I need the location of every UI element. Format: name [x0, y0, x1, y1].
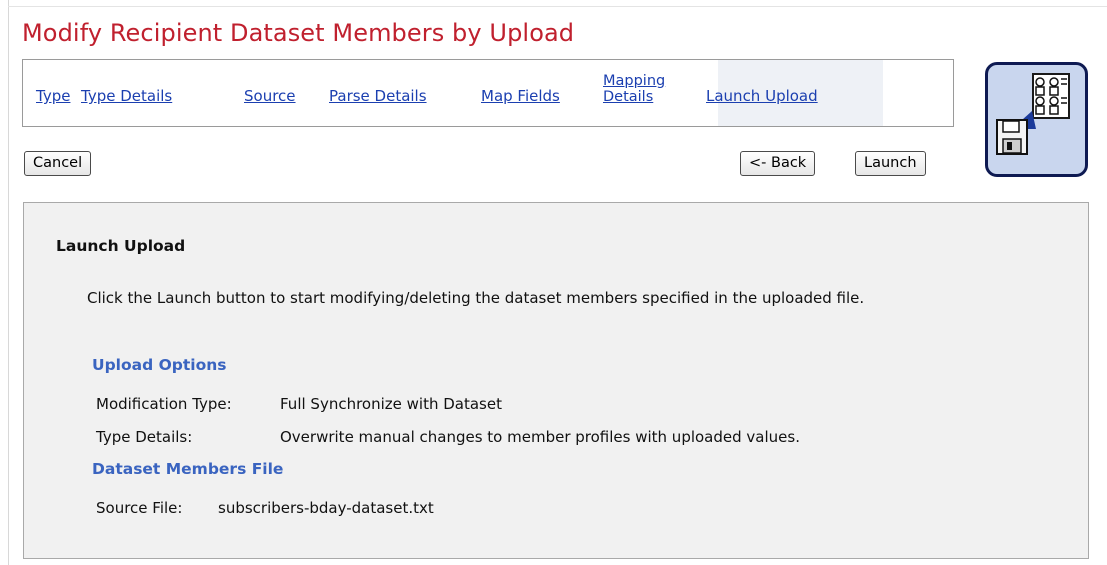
step-map-fields[interactable]: Map Fields [481, 87, 560, 105]
top-border [8, 6, 1107, 7]
upload-members-graphic [996, 73, 1070, 155]
modification-type-label: Modification Type: [96, 395, 232, 413]
panel-heading: Launch Upload [56, 237, 186, 255]
type-details-label: Type Details: [96, 428, 193, 446]
step-mapping-details-line1: Mapping [603, 73, 666, 89]
cancel-button[interactable]: Cancel [24, 151, 92, 176]
type-details-value: Overwrite manual changes to member profi… [280, 428, 800, 446]
step-type-details[interactable]: Type Details [81, 87, 172, 105]
step-source[interactable]: Source [244, 87, 296, 105]
launch-upload-panel: Launch Upload Click the Launch button to… [23, 202, 1089, 559]
step-type[interactable]: Type [36, 87, 70, 105]
panel-description: Click the Launch button to start modifyi… [87, 289, 865, 307]
launch-button[interactable]: Launch [855, 151, 926, 176]
upload-members-icon [985, 62, 1088, 177]
source-file-value: subscribers-bday-dataset.txt [218, 499, 434, 517]
step-mapping-details-line2: Details [603, 89, 654, 105]
back-button[interactable]: <- Back [740, 151, 816, 176]
step-parse-details[interactable]: Parse Details [329, 87, 427, 105]
page: Modify Recipient Dataset Members by Uplo… [0, 0, 1107, 565]
upload-options-title: Upload Options [92, 356, 227, 374]
modification-type-value: Full Synchronize with Dataset [280, 395, 502, 413]
members-file-title: Dataset Members File [92, 460, 284, 478]
source-file-label: Source File: [96, 499, 183, 517]
step-launch-upload[interactable]: Launch Upload [706, 87, 818, 105]
wizard-steps: Type Type Details Source Parse Details M… [22, 59, 954, 127]
page-title: Modify Recipient Dataset Members by Uplo… [22, 19, 575, 47]
step-mapping-details[interactable]: Mapping Details [603, 73, 665, 105]
left-border [8, 0, 9, 565]
